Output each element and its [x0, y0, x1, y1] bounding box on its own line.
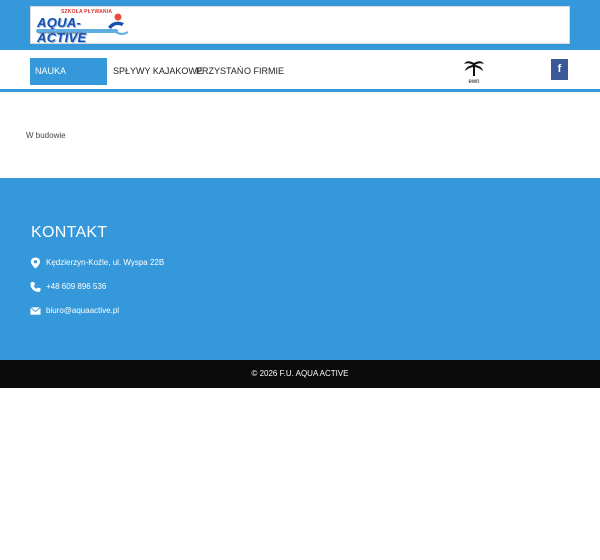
under-construction-text: W budowie: [26, 131, 66, 140]
copyright-text: © 2026 F.U. AQUA ACTIVE: [251, 369, 349, 378]
site-logo[interactable]: SZKOŁA PŁYWANIA AQUA-ACTIVE nauka pływan…: [34, 9, 129, 45]
envelope-icon: [30, 306, 41, 315]
contact-address: Kędzierzyn-Koźle, ul. Wyspa 22B: [46, 258, 165, 267]
palm-logo-icon[interactable]: ewn: [463, 58, 485, 84]
top-band: SZKOŁA PŁYWANIA AQUA-ACTIVE nauka pływan…: [0, 0, 600, 50]
main-nav: NAUKA PŁYWANIA SPŁYWY KAJAKOWE PRZYSTAŃ …: [0, 50, 600, 103]
main-content: W budowie: [0, 95, 600, 178]
swimmer-icon: [104, 13, 128, 35]
logo-tagline: nauka pływania · spływy kajakowe: [38, 31, 84, 35]
nav-item-o-firmie[interactable]: O FIRMIE: [239, 58, 289, 85]
contact-heading: KONTAKT: [31, 224, 108, 241]
footer-contact: KONTAKT Kędzierzyn-Koźle, ul. Wyspa 22B …: [0, 178, 600, 360]
map-marker-icon: [30, 257, 41, 269]
phone-icon: [30, 281, 41, 293]
partner-logo-text: ewn: [468, 79, 479, 84]
contact-email[interactable]: biuro@aquaactive.pl: [46, 306, 119, 315]
contact-phone[interactable]: +48 609 896 536: [46, 282, 106, 291]
facebook-icon[interactable]: f: [551, 59, 568, 80]
logo-container: SZKOŁA PŁYWANIA AQUA-ACTIVE nauka pływan…: [30, 6, 570, 45]
copyright-bar: © 2026 F.U. AQUA ACTIVE: [0, 360, 600, 388]
nav-item-nauka-plywania[interactable]: NAUKA PŁYWANIA: [30, 58, 107, 103]
